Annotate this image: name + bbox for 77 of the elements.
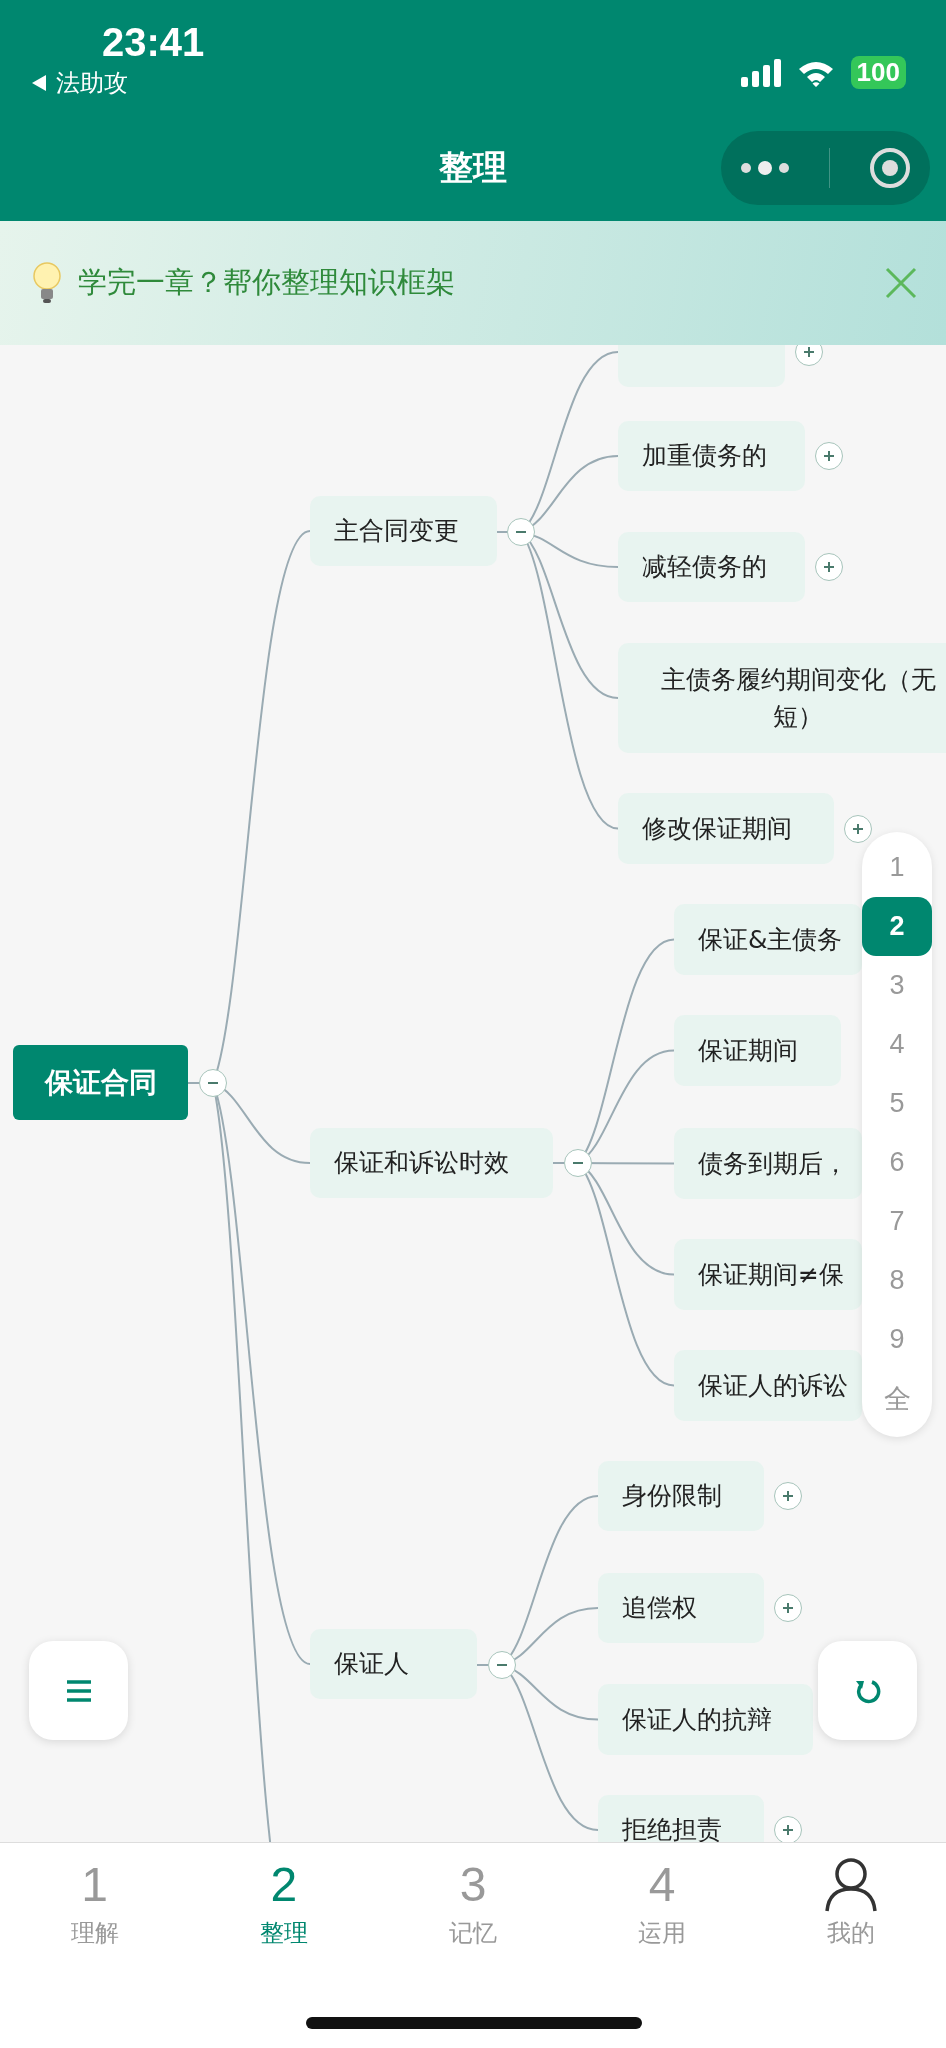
connector-line [496, 531, 509, 533]
expand-toggle[interactable] [815, 553, 843, 581]
tab-item[interactable]: 3 记忆 [378, 1843, 568, 1949]
node-text: 短） [773, 701, 823, 733]
signal-icon [740, 58, 781, 87]
level-option[interactable]: 8 [862, 1251, 932, 1310]
connector-line [187, 1082, 201, 1084]
level-option[interactable]: 1 [862, 838, 932, 897]
tab-item[interactable]: 我的 [756, 1843, 946, 1949]
expand-toggle[interactable] [844, 814, 872, 843]
level-option[interactable]: 9 [862, 1310, 932, 1369]
menu-icon [65, 1679, 92, 1702]
topic-node[interactable]: 减轻债务的 [618, 532, 805, 602]
expand-toggle[interactable] [815, 442, 843, 470]
back-icon[interactable] [30, 73, 48, 93]
tab-label: 记忆 [449, 1918, 497, 1949]
topic-node[interactable]: 保证期间 [674, 1015, 841, 1086]
banner-text: 学完一章？帮你整理知识框架 [78, 264, 456, 301]
lightbulb-icon [32, 262, 62, 304]
level-option[interactable]: 3 [862, 956, 932, 1015]
expand-toggle[interactable] [795, 345, 823, 366]
collapse-toggle[interactable] [199, 1069, 227, 1097]
expand-toggle[interactable] [774, 1482, 802, 1510]
status-time: 23:41 [102, 20, 205, 65]
level-option[interactable]: 全 [862, 1369, 932, 1428]
level-option[interactable]: 4 [862, 1015, 932, 1074]
plus-icon [822, 449, 836, 463]
topic-node[interactable]: 保证人 [310, 1629, 477, 1699]
connector-line [476, 1664, 490, 1666]
topic-node[interactable]: 保证和诉讼时效 [310, 1128, 553, 1198]
tab-number: 3 [459, 1857, 487, 1913]
tab-label: 我的 [827, 1918, 876, 1949]
plus-icon [851, 821, 865, 836]
tab-item[interactable]: 1 理解 [0, 1843, 190, 1949]
topic-node[interactable]: 身份限制 [598, 1461, 764, 1531]
topic-node[interactable]: 保证人的抗辩 [598, 1684, 813, 1755]
tab-number: 1 [81, 1857, 108, 1913]
tab-label: 整理 [259, 1918, 308, 1949]
tab-number: 2 [270, 1857, 298, 1913]
topic-node[interactable]: 保证人的诉讼 [674, 1350, 862, 1421]
more-icon[interactable] [740, 160, 791, 176]
menu-button[interactable] [29, 1641, 128, 1740]
topic-node[interactable]: 拒绝担责 [598, 1795, 764, 1842]
plus-icon [781, 1489, 795, 1503]
level-option[interactable]: 2 [862, 897, 932, 956]
back-label[interactable]: 法助攻 [56, 67, 128, 99]
topic-node[interactable]: 修改保证期间 [618, 793, 834, 864]
collapse-toggle[interactable] [507, 518, 535, 546]
expand-toggle[interactable] [774, 1816, 802, 1842]
connector-line [552, 1162, 566, 1164]
topic-node[interactable]: 保证期间≠保 [674, 1239, 862, 1310]
plus-icon [781, 1601, 795, 1615]
topic-node[interactable]: 主合同变更 [310, 496, 497, 566]
expand-toggle[interactable] [774, 1594, 802, 1622]
topic-node[interactable]: 债务到期后， [674, 1128, 862, 1199]
tab-item[interactable]: 4 运用 [567, 1843, 757, 1949]
tab-number: 4 [648, 1857, 676, 1913]
plus-icon [802, 345, 816, 359]
battery-level: 100 [850, 56, 906, 89]
collapse-toggle[interactable] [564, 1149, 592, 1177]
level-option[interactable]: 6 [862, 1133, 932, 1192]
page-title: 整理 [439, 146, 507, 189]
person-icon [823, 1857, 880, 1913]
plus-icon [822, 560, 836, 574]
level-option[interactable]: 5 [862, 1074, 932, 1133]
tab-label: 理解 [70, 1918, 119, 1949]
plus-icon [781, 1823, 795, 1837]
tab-label: 运用 [638, 1918, 687, 1949]
tab-item[interactable]: 2 整理 [189, 1843, 379, 1949]
node-text: 主债务履约期间变化（无 [660, 663, 936, 696]
topic-node[interactable]: 主债务履约期间变化（无 短） [618, 643, 946, 753]
topic-node[interactable]: 加重债务的 [618, 421, 805, 491]
collapse-toggle[interactable] [488, 1651, 516, 1679]
topic-node[interactable]: 保证&主债务 [674, 904, 862, 975]
level-option[interactable]: 7 [862, 1192, 932, 1251]
root-node[interactable]: 保证合同 [13, 1045, 188, 1120]
topic-node[interactable]: 追偿权 [598, 1573, 764, 1643]
